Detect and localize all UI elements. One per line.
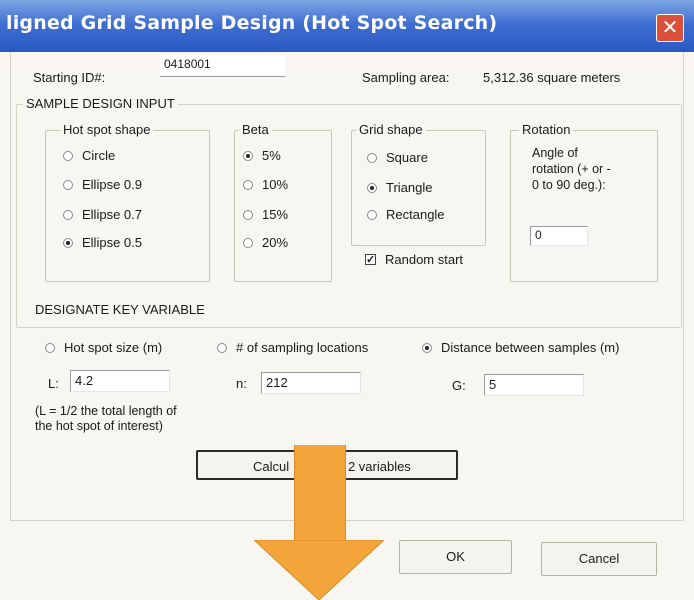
radio-label: # of sampling locations xyxy=(236,340,369,355)
check-icon[interactable]: ✓ xyxy=(365,254,376,266)
radio-rectangle[interactable]: Rectangle xyxy=(367,207,445,222)
dialog-body: Starting ID#: 0418001 Sampling area: 5,3… xyxy=(0,52,694,600)
radio-distance-between[interactable]: Distance between samples (m) xyxy=(422,340,619,355)
radio-label: Hot spot size (m) xyxy=(64,340,163,355)
rotation-desc-line1: Angle of xyxy=(532,146,578,160)
radio-indicator[interactable] xyxy=(367,209,377,220)
radio-label: 20% xyxy=(262,235,289,250)
radio-indicator[interactable] xyxy=(243,179,253,190)
radio-indicator[interactable] xyxy=(63,150,73,161)
sampling-area-value: 5,312.36 square meters xyxy=(483,70,621,85)
radio-circle[interactable]: Circle xyxy=(63,148,115,163)
radio-label: Ellipse 0.7 xyxy=(82,207,142,222)
radio-label: Square xyxy=(386,150,428,165)
cancel-button[interactable]: Cancel xyxy=(541,542,657,576)
checkbox-label: Random start xyxy=(385,252,464,267)
radio-ellipse-0-9[interactable]: Ellipse 0.9 xyxy=(63,177,142,192)
radio-ellipse-0-5[interactable]: Ellipse 0.5 xyxy=(63,235,142,250)
radio-indicator[interactable] xyxy=(217,342,227,353)
radio-label: 10% xyxy=(262,177,289,192)
radio-beta-10[interactable]: 10% xyxy=(243,177,288,192)
l-note-line1: (L = 1/2 the total length of xyxy=(35,404,177,418)
l-label: L: xyxy=(48,376,59,391)
hot-spot-shape-legend: Hot spot shape xyxy=(60,122,154,137)
radio-indicator[interactable] xyxy=(63,209,73,220)
radio-square[interactable]: Square xyxy=(367,150,428,165)
radio-hot-spot-size[interactable]: Hot spot size (m) xyxy=(45,340,162,355)
radio-indicator[interactable] xyxy=(243,237,253,248)
rotation-desc-line2: rotation (+ or - xyxy=(532,162,611,176)
radio-label: 5% xyxy=(262,148,281,163)
beta-legend: Beta xyxy=(239,122,272,137)
grid-shape-legend: Grid shape xyxy=(356,122,426,137)
g-input[interactable]: 5 xyxy=(484,374,584,396)
radio-label: Triangle xyxy=(386,180,433,195)
calculate-button-label-left: Calcul xyxy=(253,459,290,474)
sampling-area-label: Sampling area: xyxy=(362,70,450,85)
radio-label: Rectangle xyxy=(386,207,445,222)
radio-beta-5[interactable]: 5% xyxy=(243,148,281,163)
l-input[interactable]: 4.2 xyxy=(70,370,170,392)
key-variable-title: DESIGNATE KEY VARIABLE xyxy=(35,302,205,317)
starting-id-label: Starting ID#: xyxy=(33,70,106,85)
radio-indicator[interactable] xyxy=(63,179,73,190)
title-bar: ligned Grid Sample Design (Hot Spot Sear… xyxy=(0,0,694,52)
close-button[interactable]: ✕ xyxy=(656,14,684,42)
radio-indicator[interactable] xyxy=(243,209,253,220)
radio-indicator[interactable] xyxy=(367,182,377,193)
n-label: n: xyxy=(236,376,247,391)
radio-ellipse-0-7[interactable]: Ellipse 0.7 xyxy=(63,207,142,222)
radio-label: Ellipse 0.5 xyxy=(82,235,142,250)
rotation-input[interactable]: 0 xyxy=(530,226,588,246)
g-label: G: xyxy=(452,378,466,393)
radio-label: 15% xyxy=(262,207,289,222)
radio-indicator[interactable] xyxy=(422,342,432,353)
rotation-legend: Rotation xyxy=(519,122,574,137)
radio-beta-15[interactable]: 15% xyxy=(243,207,288,222)
window-title: ligned Grid Sample Design (Hot Spot Sear… xyxy=(6,12,498,34)
n-input[interactable]: 212 xyxy=(261,372,361,394)
down-arrow-shaft xyxy=(294,445,346,545)
calculate-button-label-right: r 2 variables xyxy=(340,459,411,474)
radio-indicator[interactable] xyxy=(243,150,253,161)
radio-label: Circle xyxy=(82,148,116,163)
radio-label: Distance between samples (m) xyxy=(441,340,620,355)
starting-id-input[interactable]: 0418001 xyxy=(160,55,285,77)
random-start-checkbox[interactable]: ✓ Random start xyxy=(365,252,463,267)
radio-triangle[interactable]: Triangle xyxy=(367,180,432,195)
radio-beta-20[interactable]: 20% xyxy=(243,235,288,250)
radio-indicator[interactable] xyxy=(45,342,55,353)
down-arrow-icon xyxy=(254,540,384,600)
ok-button[interactable]: OK xyxy=(399,540,512,574)
radio-indicator[interactable] xyxy=(367,152,377,163)
radio-label: Ellipse 0.9 xyxy=(82,177,142,192)
radio-indicator[interactable] xyxy=(63,237,73,248)
radio-sampling-locations[interactable]: # of sampling locations xyxy=(217,340,368,355)
l-note-line2: the hot spot of interest) xyxy=(35,419,163,433)
sample-design-title: SAMPLE DESIGN INPUT xyxy=(23,96,178,111)
rotation-desc-line3: 0 to 90 deg.): xyxy=(532,178,606,192)
